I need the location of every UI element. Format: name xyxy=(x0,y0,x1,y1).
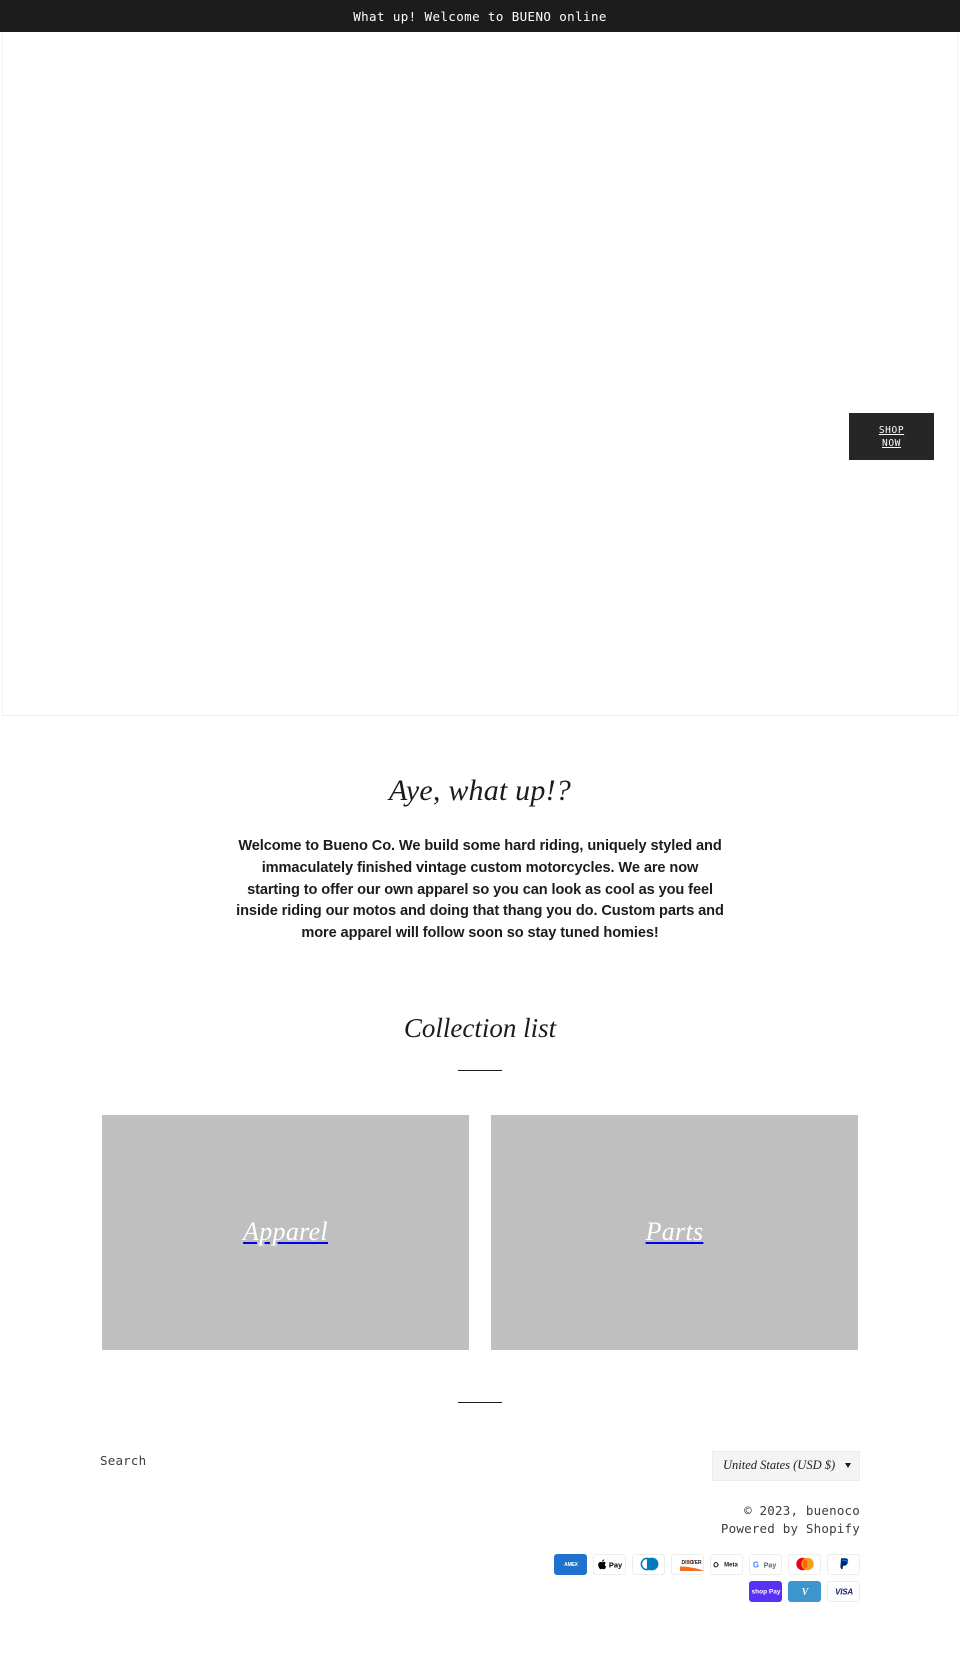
announcement-bar: What up! Welcome to BUENO online xyxy=(0,0,960,32)
copyright-block: © 2023, buenoco Powered by Shopify xyxy=(550,1502,860,1538)
meta-pay-icon: Meta xyxy=(710,1553,743,1575)
svg-text:AMEX: AMEX xyxy=(564,1563,579,1569)
footer-link-search[interactable]: Search xyxy=(100,1451,146,1471)
svg-text:G: G xyxy=(752,1560,758,1569)
site-footer: Search United States (USD $) © 2023, bue… xyxy=(0,1401,960,1642)
chevron-down-icon xyxy=(845,1463,851,1469)
collection-card-title: Parts xyxy=(645,1217,704,1247)
footer-link-list: Search xyxy=(100,1451,146,1471)
svg-text:VER: VER xyxy=(691,1560,702,1566)
footer-row: Search United States (USD $) © 2023, bue… xyxy=(100,1450,860,1602)
amex-icon: AMEX xyxy=(554,1553,587,1575)
collection-card-parts[interactable]: Parts xyxy=(491,1114,858,1350)
svg-text:Pay: Pay xyxy=(763,1562,776,1569)
svg-text:Meta: Meta xyxy=(724,1563,738,1569)
svg-text:VISA: VISA xyxy=(835,1588,853,1597)
collection-list-section: Collection list Apparel Parts xyxy=(0,945,960,1350)
svg-text:shop Pay: shop Pay xyxy=(751,1589,780,1596)
payment-icons-list: AMEX Pay VER Meta G Pay shop Pay V VISA xyxy=(550,1553,860,1602)
collection-card-title: Apparel xyxy=(243,1217,328,1247)
powered-by-text: Powered by Shopify xyxy=(550,1520,860,1538)
discover-icon: DISC VER xyxy=(671,1553,704,1575)
collection-list-heading: Collection list xyxy=(403,1012,557,1043)
footer-right-column: United States (USD $) © 2023, buenoco Po… xyxy=(550,1450,860,1602)
rich-text-heading: Aye, what up!? xyxy=(389,774,571,807)
visa-icon: VISA xyxy=(827,1580,860,1602)
apple-pay-icon: Pay xyxy=(593,1553,626,1575)
hero-image xyxy=(3,32,957,715)
shopify-link[interactable]: Shopify xyxy=(806,1521,860,1536)
google-pay-icon: G Pay xyxy=(749,1553,782,1575)
shop-pay-icon: shop Pay xyxy=(749,1580,782,1602)
shop-now-label-line1: SHOP xyxy=(878,424,905,436)
country-currency-value: United States (USD $) xyxy=(723,1458,836,1473)
venmo-icon: V xyxy=(788,1580,821,1602)
mastercard-icon xyxy=(788,1553,821,1575)
diners-club-icon xyxy=(632,1553,665,1575)
shop-now-button[interactable]: SHOP NOW xyxy=(849,413,934,460)
rich-text-body: Welcome to Bueno Co. We build some hard … xyxy=(236,838,724,942)
rich-text-section: Aye, what up!? Welcome to Bueno Co. We b… xyxy=(0,716,960,945)
hero-banner: SHOP NOW xyxy=(2,32,958,716)
announcement-text: What up! Welcome to BUENO online xyxy=(353,8,607,24)
svg-text:Pay: Pay xyxy=(608,1561,622,1570)
collection-grid: Apparel Parts xyxy=(0,1114,960,1350)
footer-divider xyxy=(458,1401,502,1403)
shop-now-label-line2: NOW xyxy=(882,437,901,449)
copyright-text: © 2023, buenoco xyxy=(744,1502,860,1518)
collection-card-apparel[interactable]: Apparel xyxy=(102,1114,469,1350)
powered-by-prefix: Powered by xyxy=(720,1520,806,1536)
heading-divider xyxy=(458,1069,502,1071)
country-currency-selector[interactable]: United States (USD $) xyxy=(712,1450,860,1481)
paypal-icon xyxy=(827,1553,860,1575)
